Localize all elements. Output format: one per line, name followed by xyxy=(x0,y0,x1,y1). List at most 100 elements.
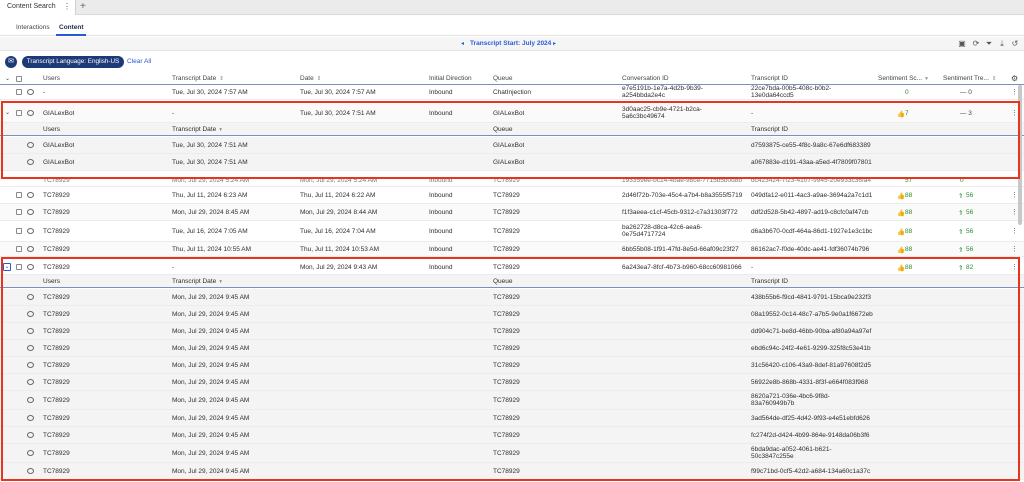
tab-content[interactable]: Content xyxy=(59,24,84,31)
subtable-row[interactable]: GIALexBot Tue, Jul 30, 2024 7:51 AM GIAL… xyxy=(0,154,1024,171)
collapse-row-icon[interactable]: ⌄ xyxy=(3,263,11,271)
refresh-icon[interactable]: ⟳ xyxy=(971,39,981,49)
col-users[interactable]: Users xyxy=(43,75,60,82)
vertical-scrollbar[interactable] xyxy=(1018,85,1022,225)
clear-all-link[interactable]: Clear All xyxy=(127,58,151,65)
cell-transcript-id[interactable]: ebd6c94c-24f2-4e61-9299-325f8c53e41b xyxy=(751,345,881,352)
tab-interactions[interactable]: Interactions xyxy=(16,24,50,31)
cell-conversation-id[interactable]: e7e5191b-1e7a-4d2b-9b39-a254bbda2e4c xyxy=(622,85,742,99)
sub-col-users[interactable]: Users xyxy=(43,278,60,285)
cell-conversation-id[interactable]: 6a243ea7-8fcf-4b73-b960-68cc60981066 xyxy=(622,264,747,271)
cell-transcript-id[interactable]: 31c56420-c106-43a9-8def-81a97608f2d5 xyxy=(751,362,881,369)
cell-transcript-id[interactable]: dd904c71-be8d-46bb-90ba-af80a94a97ef xyxy=(751,328,881,335)
tab-content-search[interactable]: Content Search ⋮ xyxy=(0,0,76,15)
expand-all-icon[interactable]: ⌄ xyxy=(5,75,10,82)
cell-conversation-id[interactable]: 3d0aac25-cb9e-4721-b2ca-5a6c3bc49674 xyxy=(622,106,742,120)
collapse-row-icon[interactable]: ⌄ xyxy=(5,109,10,116)
row-checkbox[interactable] xyxy=(16,110,22,116)
row-checkbox[interactable] xyxy=(16,209,22,215)
table-row[interactable]: - Tue, Jul 30, 2024 7:57 AM Tue, Jul 30,… xyxy=(0,85,1024,100)
more-vert-icon[interactable]: ⋮ xyxy=(63,2,71,11)
cell-transcript-id[interactable]: dc423424-7f23-4107-9945-20e933c36fa4 xyxy=(751,177,871,184)
cell-transcript-id[interactable]: 049dfa12-e011-4ac3-a9ae-3694a2a7c1d1 xyxy=(751,192,876,199)
subtable-row[interactable]: TC78929 Mon, Jul 29, 2024 9:45 AM TC78929 f… xyxy=(0,463,1024,480)
cell-transcript-id[interactable]: 86162ac7-f0de-40dc-ae41-fdf36074b796 xyxy=(751,246,876,253)
download-icon[interactable]: ⤓ xyxy=(997,39,1007,49)
cell-transcript-id[interactable]: d6a3b670-0cdf-464a-86d1-1927e1e3c1bc xyxy=(751,228,876,235)
cell-transcript-id[interactable]: 56922e8b-868b-4331-8f3f-e664f083f968 xyxy=(751,379,881,386)
chat-filter-icon[interactable]: ✉ xyxy=(5,56,17,68)
sub-col-transcript-date[interactable]: Transcript Date ▾ xyxy=(172,126,222,133)
subtable-row[interactable]: TC78929 Mon, Jul 29, 2024 9:45 AM TC78929 e… xyxy=(0,340,1024,357)
subtable-row[interactable]: TC78929 Mon, Jul 29, 2024 9:45 AM TC78929 4… xyxy=(0,289,1024,306)
row-checkbox[interactable] xyxy=(16,192,22,198)
row-actions-icon[interactable]: ⋮ xyxy=(1011,88,1018,96)
table-row[interactable]: TC78929 Thu, Jul 11, 2024 6:23 AM Thu, J… xyxy=(0,187,1024,204)
subtable-row[interactable]: TC78929 Mon, Jul 29, 2024 9:45 AM TC78929 6… xyxy=(0,444,1024,463)
row-checkbox[interactable] xyxy=(16,228,22,234)
next-month-icon[interactable]: ▸ xyxy=(553,40,556,47)
col-initial-direction[interactable]: Initial Direction xyxy=(429,75,472,82)
subtable-row[interactable]: TC78929 Mon, Jul 29, 2024 9:45 AM TC78929 5… xyxy=(0,374,1024,391)
subtable-row[interactable]: TC78929 Mon, Jul 29, 2024 9:45 AM TC78929 d… xyxy=(0,323,1024,340)
col-queue[interactable]: Queue xyxy=(493,75,513,82)
row-actions-icon[interactable]: ⋮ xyxy=(1011,208,1018,216)
col-sentiment-score[interactable]: Sentiment Sc... ▾ xyxy=(878,75,928,82)
sub-col-queue[interactable]: Queue xyxy=(493,278,513,285)
subtable-row[interactable]: TC78929 Mon, Jul 29, 2024 9:45 AM TC78929 3… xyxy=(0,357,1024,374)
col-transcript-id[interactable]: Transcript ID xyxy=(751,75,788,82)
cell-transcript-id[interactable]: f99c71bd-0cf5-42d2-a684-134a60c1a37c xyxy=(751,468,881,475)
select-all-checkbox[interactable] xyxy=(16,76,22,82)
language-filter-pill[interactable]: Transcript Language: English-US xyxy=(22,56,124,68)
row-actions-icon[interactable]: ⋮ xyxy=(1011,227,1018,235)
cell-conversation-id[interactable]: 193359ee-bc14-4bae-98ce-7715b5b0d8b3 xyxy=(622,177,742,184)
sub-col-transcript-id[interactable]: Transcript ID xyxy=(751,126,788,133)
row-actions-icon[interactable]: ⋮ xyxy=(1011,245,1018,253)
cell-transcript-id[interactable]: d7593875-ce55-4f8c-9a8c-67e6df683389 xyxy=(751,142,871,149)
row-actions-icon[interactable]: ⋮ xyxy=(1011,263,1018,271)
table-row[interactable]: TC78929 Thu, Jul 11, 2024 10:55 AM Thu, … xyxy=(0,242,1024,257)
subtable-row[interactable]: TC78929 Mon, Jul 29, 2024 9:45 AM TC78929 f… xyxy=(0,427,1024,444)
col-conversation-id[interactable]: Conversation ID xyxy=(622,75,669,82)
row-checkbox[interactable] xyxy=(16,264,22,270)
subtable-row[interactable]: TC78929 Mon, Jul 29, 2024 9:45 AM TC78929 8… xyxy=(0,391,1024,410)
col-sentiment-trend[interactable]: Sentiment Tre... ⇕ xyxy=(943,75,1003,82)
reset-icon[interactable]: ↺ xyxy=(1010,39,1020,49)
sub-col-users[interactable]: Users xyxy=(43,126,60,133)
cell-conversation-id[interactable]: ba262728-d8ca-42c6-aea6-0e75d4717724 xyxy=(622,224,732,238)
row-checkbox[interactable] xyxy=(16,89,22,95)
sub-col-transcript-id[interactable]: Transcript ID xyxy=(751,278,788,285)
cell-conversation-id[interactable]: 2d46f72b-703e-45c4-a7b4-b8a3555f5719 xyxy=(622,192,747,199)
cell-transcript-id[interactable]: 438b55b6-f9cd-4841-9791-15bca9e232f3 xyxy=(751,294,881,301)
row-actions-icon[interactable]: ⋮ xyxy=(1011,191,1018,199)
row-checkbox[interactable] xyxy=(16,246,22,252)
table-row[interactable]: ⌄ GIALexBot - Tue, Jul 30, 2024 7:51 AM … xyxy=(0,103,1024,123)
cell-transcript-id[interactable]: a067883e-d191-43aa-a5ed-4f7809f07801 xyxy=(751,159,872,166)
sub-col-transcript-date[interactable]: Transcript Date ▾ xyxy=(172,278,222,285)
subtable-row[interactable]: TC78929 Mon, Jul 29, 2024 9:45 AM TC78929 3… xyxy=(0,410,1024,427)
cell-transcript-id[interactable]: 08a19552-0c14-48c7-a7b5-9e0a1f6672eb xyxy=(751,311,881,318)
col-date[interactable]: Date ⇕ xyxy=(300,75,321,82)
table-row[interactable]: TC78929 Tue, Jul 16, 2024 7:05 AM Tue, J… xyxy=(0,221,1024,242)
cell-transcript-id[interactable]: fc274f2d-d424-4b99-864e-9148da06b3f6 xyxy=(751,432,881,439)
row-actions-icon[interactable]: ⋮ xyxy=(1011,109,1018,117)
column-settings-icon[interactable]: ⚙ xyxy=(1011,74,1018,83)
cell-transcript-id[interactable]: ddf2d528-5b42-4897-ad19-c8cfc0af47cb xyxy=(751,209,876,216)
col-transcript-date[interactable]: Transcript Date ⇕ xyxy=(172,75,224,82)
cell-transcript-id[interactable]: 22ce7bda-00b5-408c-b0b2-13e0da64ccd5 xyxy=(751,85,871,99)
add-tab-icon[interactable]: + xyxy=(80,1,86,12)
cell-transcript-id[interactable]: 8620a721-036e-4bc6-9f8d-83a760949b7b xyxy=(751,393,861,407)
filter-icon[interactable]: ⏷ xyxy=(984,39,994,49)
cell-transcript-id[interactable]: 3ad564de-df25-4d42-9f93-e4e51ebfd626 xyxy=(751,415,881,422)
table-row[interactable]: TC78929 Mon, Jul 29, 2024 8:45 AM Mon, J… xyxy=(0,204,1024,221)
transcript-start-title[interactable]: Transcript Start: July 2024 xyxy=(470,40,551,47)
table-row[interactable]: ⌄ TC78929 - Mon, Jul 29, 2024 9:43 AM In… xyxy=(0,259,1024,275)
save-icon[interactable]: ▣ xyxy=(957,39,967,49)
sub-col-queue[interactable]: Queue xyxy=(493,126,513,133)
subtable-row[interactable]: GIALexBot Tue, Jul 30, 2024 7:51 AM GIAL… xyxy=(0,137,1024,154)
cell-transcript-id[interactable]: 6bda9dac-a052-4061-b621-50c3847c255e xyxy=(751,446,861,460)
subtable-row[interactable]: TC78929 Mon, Jul 29, 2024 9:45 AM TC78929 0… xyxy=(0,306,1024,323)
cell-conversation-id[interactable]: 6bb55b08-1f91-47fd-8e5d-66af09c23f27 xyxy=(622,246,747,253)
cell-conversation-id[interactable]: f1f3aeea-c1cf-45cb-9312-c7a31303f772 xyxy=(622,209,747,216)
table-row[interactable]: TC78929 Mon, Jul 29, 2024 5:24 AM Mon, J… xyxy=(0,173,1024,187)
